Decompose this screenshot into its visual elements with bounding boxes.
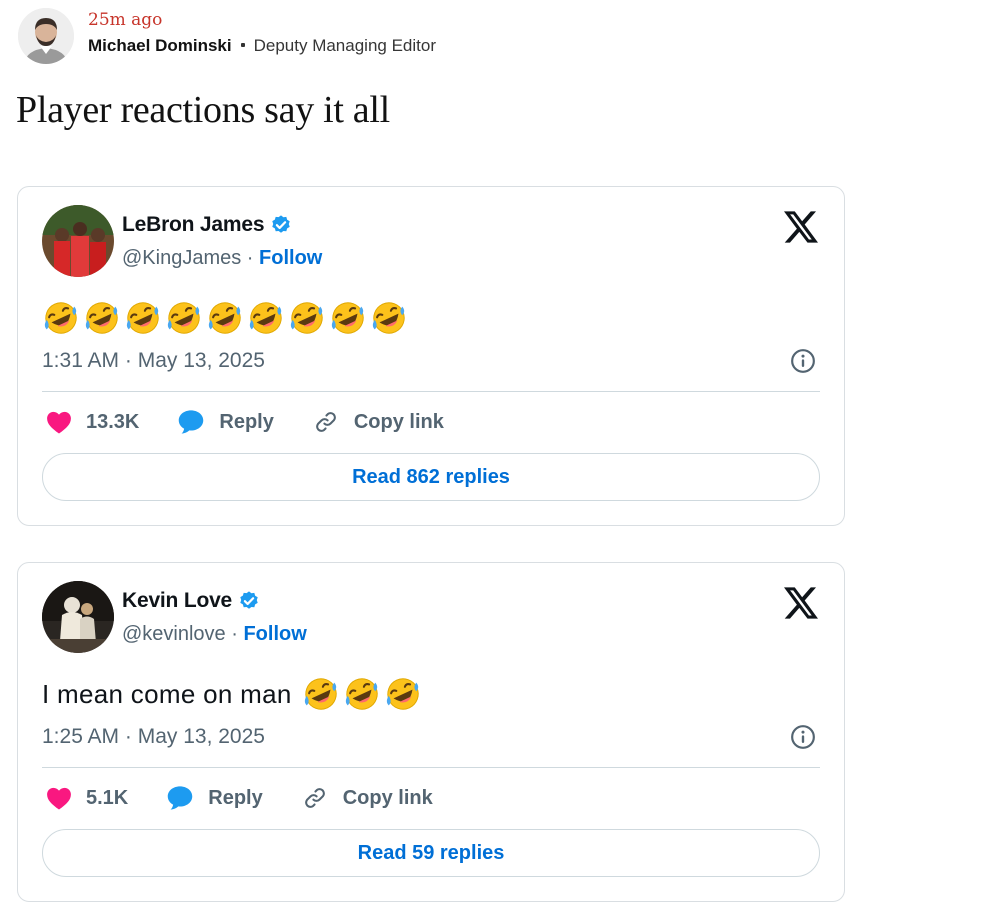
heart-icon [47, 411, 71, 434]
reply-label: Reply [219, 410, 274, 433]
tweet-author-handle[interactable]: @KingJames [122, 247, 241, 269]
article-byline: 25m ago Michael Dominski Deputy Managing … [18, 6, 618, 66]
info-icon[interactable] [790, 724, 816, 750]
copy-link-label: Copy link [353, 410, 444, 433]
rolling-on-floor-laughing-emoji [42, 299, 80, 337]
x-logo-icon[interactable] [784, 211, 818, 243]
reply-label: Reply [208, 786, 263, 809]
author-role: Deputy Managing Editor [253, 36, 436, 55]
tweet-author-avatar[interactable] [42, 581, 114, 653]
emoji-row [302, 675, 422, 713]
read-replies-button[interactable]: Read 862 replies [42, 453, 820, 501]
heart-icon [47, 787, 71, 810]
reply-button[interactable]: Reply [177, 409, 274, 435]
author-name[interactable]: Michael Dominski [88, 36, 232, 55]
link-icon [304, 788, 325, 808]
like-button[interactable]: 5.1K [46, 786, 128, 810]
tweet-author-avatar[interactable] [42, 205, 114, 277]
tweet-author-handle[interactable]: @kevinlove [122, 623, 226, 645]
x-logo-icon[interactable] [784, 587, 818, 619]
tweet-timestamp[interactable]: 1:25 AM · May 13, 2025 [42, 725, 265, 749]
like-count: 13.3K [86, 410, 140, 433]
tweet-author-name-row: Kevin Love [122, 589, 260, 613]
tweet-divider [42, 767, 820, 768]
rolling-on-floor-laughing-emoji [165, 299, 203, 337]
author-avatar[interactable] [18, 8, 74, 64]
follow-link[interactable]: Follow [243, 623, 306, 645]
handle-separator: · [241, 247, 260, 269]
embedded-tweet[interactable]: LeBron James @KingJames · Follow 1:31 AM… [17, 186, 845, 526]
copy-link-label: Copy link [342, 786, 433, 809]
tweet-text [42, 299, 408, 337]
tweet-actions: 5.1K Reply Copy link [46, 785, 471, 811]
rolling-on-floor-laughing-emoji [247, 299, 285, 337]
emoji-row [42, 299, 408, 337]
handle-separator: · [225, 623, 244, 645]
post-headline: Player reactions say it all [16, 89, 390, 131]
link-icon [315, 412, 336, 432]
tweet-timestamp[interactable]: 1:31 AM · May 13, 2025 [42, 349, 265, 373]
tweet-actions: 13.3K Reply Copy link [46, 409, 482, 435]
follow-link[interactable]: Follow [259, 247, 322, 269]
verified-badge-icon [238, 590, 260, 612]
reply-bubble-icon [168, 786, 193, 810]
rolling-on-floor-laughing-emoji [83, 299, 121, 337]
rolling-on-floor-laughing-emoji [302, 675, 340, 713]
reply-button[interactable]: Reply [166, 785, 263, 811]
byline-separator-dot [240, 42, 245, 47]
read-replies-button[interactable]: Read 59 replies [42, 829, 820, 877]
tweet-handle-row: @KingJames · Follow [122, 247, 322, 270]
tweet-divider [42, 391, 820, 392]
rolling-on-floor-laughing-emoji [370, 299, 408, 337]
byline-timestamp: 25m ago [88, 10, 163, 30]
tweet-text-content: I mean come on man [42, 678, 292, 709]
info-icon[interactable] [790, 348, 816, 374]
rolling-on-floor-laughing-emoji [384, 675, 422, 713]
copy-link-button[interactable]: Copy link [312, 409, 444, 435]
embedded-tweet[interactable]: Kevin Love @kevinlove · Follow I mean co… [17, 562, 845, 902]
copy-link-button[interactable]: Copy link [301, 785, 433, 811]
rolling-on-floor-laughing-emoji [329, 299, 367, 337]
like-button[interactable]: 13.3K [46, 410, 139, 434]
tweet-handle-row: @kevinlove · Follow [122, 623, 307, 646]
verified-badge-icon [270, 214, 292, 236]
rolling-on-floor-laughing-emoji [343, 675, 381, 713]
tweet-author-name[interactable]: Kevin Love [122, 589, 232, 613]
tweet-author-name[interactable]: LeBron James [122, 213, 265, 237]
like-count: 5.1K [86, 786, 129, 809]
rolling-on-floor-laughing-emoji [288, 299, 326, 337]
rolling-on-floor-laughing-emoji [206, 299, 244, 337]
rolling-on-floor-laughing-emoji [124, 299, 162, 337]
byline-author-row: Michael Dominski Deputy Managing Editor [88, 36, 436, 56]
reply-bubble-icon [179, 410, 204, 434]
tweet-text: I mean come on man [42, 675, 422, 713]
tweet-author-name-row: LeBron James [122, 213, 292, 237]
